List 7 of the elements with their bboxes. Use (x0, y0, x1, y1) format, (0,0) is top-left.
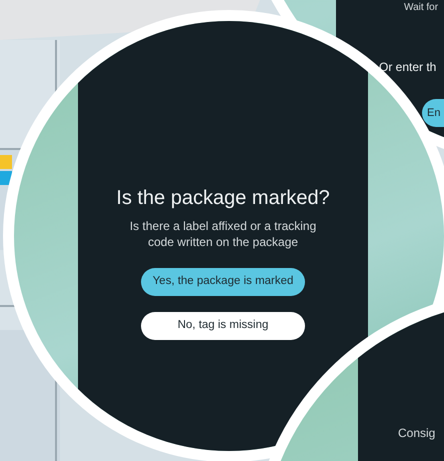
screen-title: Is the package marked? (116, 186, 330, 210)
enter-button[interactable]: En (422, 99, 444, 127)
screen-text: Consig (398, 425, 436, 442)
answer-button[interactable]: No, tag is missing (141, 312, 305, 340)
answer-button[interactable]: Yes, the package is marked (141, 268, 305, 296)
screen-subtitle: Is there a label affixed or a tracking code written on the package (128, 218, 318, 250)
status-text: Wait for (404, 1, 438, 15)
